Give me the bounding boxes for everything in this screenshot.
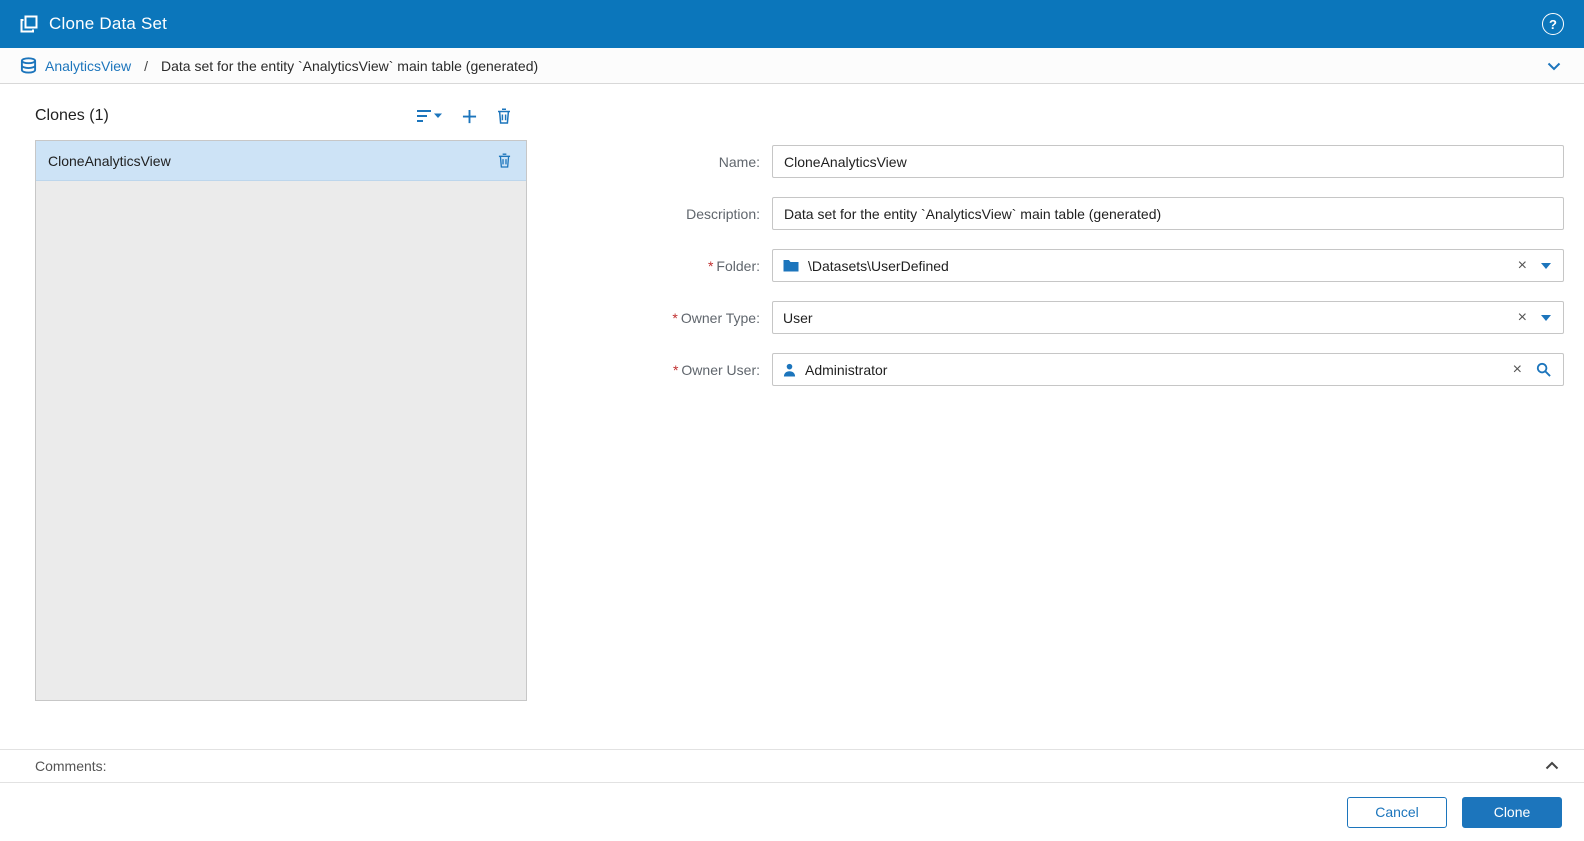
owner-user-label: * Owner User: xyxy=(672,361,760,378)
search-icon[interactable] xyxy=(1534,362,1553,377)
comments-section: Comments: xyxy=(0,749,1584,783)
form-row-owner-type: * Owner Type: User × xyxy=(605,301,1564,334)
dropdown-icon[interactable] xyxy=(1539,262,1553,269)
delete-clone-icon[interactable] xyxy=(497,108,511,124)
clear-icon[interactable]: × xyxy=(1515,309,1530,326)
clear-icon[interactable]: × xyxy=(1510,361,1525,378)
description-label: Description: xyxy=(686,205,760,222)
description-input[interactable] xyxy=(772,197,1564,230)
clones-toolbar xyxy=(416,108,527,124)
cancel-button[interactable]: Cancel xyxy=(1347,796,1447,828)
breadcrumb: AnalyticsView / Data set for the entity … xyxy=(0,48,1584,84)
collapse-comments-icon[interactable] xyxy=(1544,758,1560,774)
clone-name: CloneAnalyticsView xyxy=(48,152,171,169)
required-asterisk: * xyxy=(707,257,714,274)
name-label: Name: xyxy=(718,153,760,170)
owner-user-input[interactable]: Administrator × xyxy=(772,353,1564,386)
breadcrumb-description: Data set for the entity `AnalyticsView` … xyxy=(161,57,539,74)
filter-sort-icon[interactable] xyxy=(416,108,442,124)
clone-form: Name: Description: *Folder: \Datasets\Us… xyxy=(527,98,1584,749)
clone-icon xyxy=(20,15,38,33)
footer-actions: Cancel Clone xyxy=(0,783,1584,841)
name-input[interactable] xyxy=(772,145,1564,178)
owner-type-label: * Owner Type: xyxy=(672,309,760,326)
dropdown-icon[interactable] xyxy=(1539,314,1553,321)
owner-type-value: User xyxy=(783,309,813,326)
comments-label: Comments: xyxy=(35,758,107,774)
title-bar: Clone Data Set ? xyxy=(0,0,1584,48)
required-asterisk: * xyxy=(672,309,678,326)
form-row-owner-user: * Owner User: Administrator × xyxy=(605,353,1564,386)
required-asterisk: * xyxy=(672,361,679,378)
owner-user-value: Administrator xyxy=(805,361,888,378)
add-clone-icon[interactable] xyxy=(462,109,477,124)
owner-type-input[interactable]: User × xyxy=(772,301,1564,334)
clear-icon[interactable]: × xyxy=(1515,257,1530,274)
main-content: Clones (1) CloneAnalyticsView Name: Clon… xyxy=(0,84,1584,749)
list-item[interactable]: CloneAnalyticsView xyxy=(36,141,526,181)
page-title: Clone Data Set xyxy=(49,14,168,33)
form-row-description: Description: xyxy=(605,197,1564,230)
form-row-folder: * Folder: \Datasets\UserDefined × xyxy=(605,249,1564,282)
breadcrumb-separator: / xyxy=(144,57,149,74)
folder-input[interactable]: \Datasets\UserDefined × xyxy=(772,249,1564,282)
clones-list: CloneAnalyticsView xyxy=(35,140,527,701)
folder-label: * Folder: xyxy=(707,257,760,274)
clone-button[interactable]: Clone xyxy=(1462,796,1562,828)
database-icon xyxy=(20,57,37,74)
folder-value: \Datasets\UserDefined xyxy=(808,257,949,274)
row-delete-icon[interactable] xyxy=(495,153,514,168)
clones-panel: Clones (1) CloneAnalyticsView xyxy=(35,98,527,701)
form-row-name: Name: xyxy=(605,145,1564,178)
breadcrumb-entity-link[interactable]: AnalyticsView xyxy=(45,58,131,74)
help-icon[interactable]: ? xyxy=(1542,13,1564,35)
user-icon xyxy=(783,363,796,377)
folder-icon xyxy=(783,259,799,272)
chevron-down-icon[interactable] xyxy=(1544,56,1564,76)
clones-title: Clones (1) xyxy=(35,107,109,124)
